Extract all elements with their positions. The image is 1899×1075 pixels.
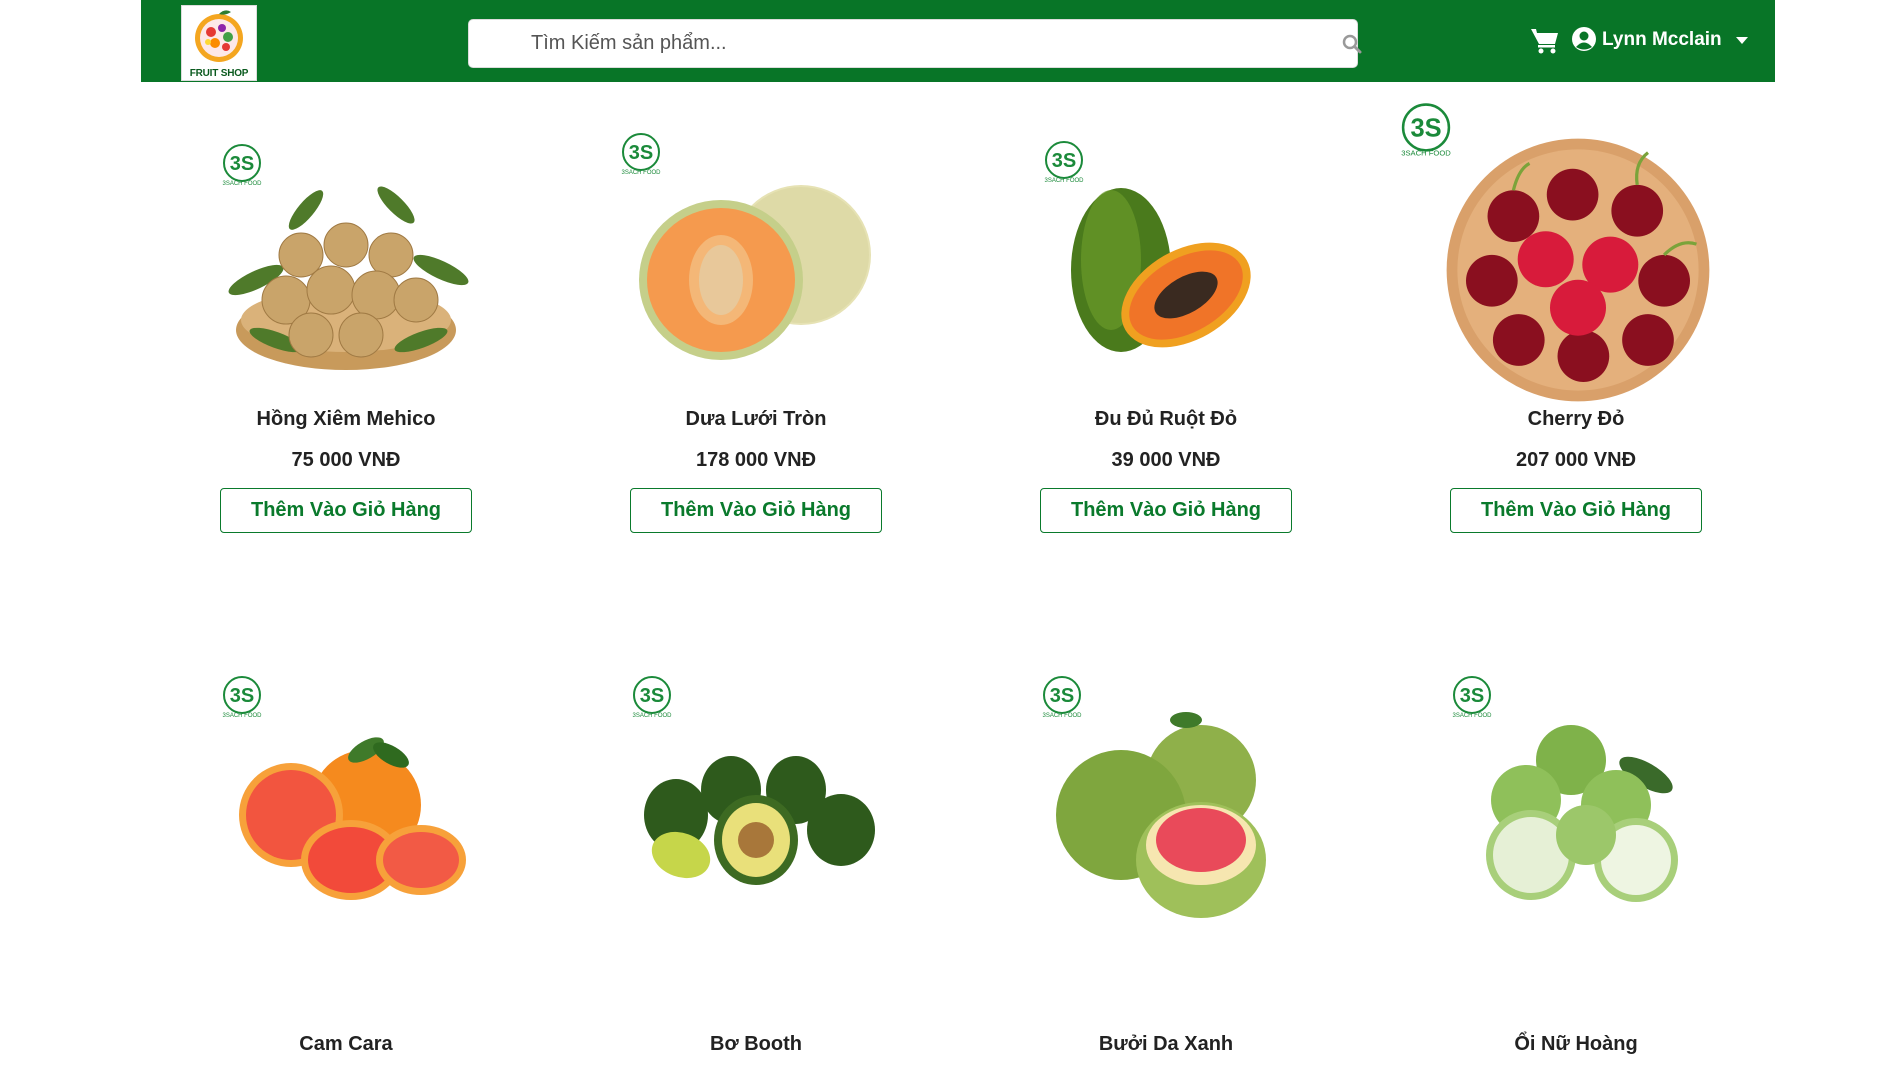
product-card: 3S 3SACH FOOD Đu Đủ Ruột Đỏ 39 000 VNĐ T… <box>961 110 1371 670</box>
product-image-avocado[interactable] <box>626 695 886 955</box>
search-bar <box>468 19 1362 68</box>
product-name[interactable]: Đu Đủ Ruột Đỏ <box>961 408 1371 431</box>
product-image-cara-orange[interactable] <box>216 695 476 955</box>
add-to-cart-button[interactable]: Thêm Vào Giỏ Hàng <box>220 488 472 533</box>
search-icon[interactable] <box>1342 34 1362 54</box>
search-input[interactable] <box>468 19 1358 68</box>
product-card: 3S 3SACH FOOD Bơ Booth <box>551 675 961 1075</box>
product-name[interactable]: Hồng Xiêm Mehico <box>141 408 551 431</box>
fruit-logo-icon <box>195 10 243 62</box>
shop-logo[interactable]: FRUIT SHOP <box>181 5 257 81</box>
product-image-papaya[interactable] <box>1036 150 1296 410</box>
product-card: 3S 3SACH FOOD Cherry Đỏ 207 000 VNĐ Thêm… <box>1371 103 1781 670</box>
product-card: 3S 3SACH FOOD Ổi Nữ Hoàng <box>1371 675 1781 1075</box>
logo-text: FRUIT SHOP <box>189 68 249 79</box>
product-image-cantaloupe[interactable] <box>626 150 886 410</box>
product-name[interactable]: Bưởi Da Xanh <box>961 1033 1371 1056</box>
svg-text:3S: 3S <box>1410 114 1441 142</box>
product-card: 3S 3SACH FOOD Bưởi Da Xanh <box>961 675 1371 1075</box>
product-name[interactable]: Bơ Booth <box>551 1033 961 1056</box>
add-to-cart-button[interactable]: Thêm Vào Giỏ Hàng <box>1040 488 1292 533</box>
user-name[interactable]: Lynn Mcclain <box>1602 29 1722 51</box>
product-price: 207 000 VNĐ <box>1515 449 1637 471</box>
caret-down-icon[interactable] <box>1736 37 1748 45</box>
user-circle-icon[interactable] <box>1571 26 1597 52</box>
product-name[interactable]: Dưa Lưới Tròn <box>551 408 961 431</box>
product-name[interactable]: Ổi Nữ Hoàng <box>1371 1033 1781 1056</box>
product-image-guava[interactable] <box>1446 695 1706 955</box>
top-navbar: FRUIT SHOP Lynn Mcclain <box>141 0 1775 82</box>
product-price: 75 000 VNĐ <box>291 449 401 471</box>
product-price: 39 000 VNĐ <box>1111 449 1221 471</box>
product-image-pomelo[interactable] <box>1036 695 1296 955</box>
product-name[interactable]: Cherry Đỏ <box>1371 408 1781 431</box>
product-price: 178 000 VNĐ <box>695 449 817 471</box>
product-image-sapodilla-basket[interactable] <box>216 140 476 400</box>
product-card: 3S 3SACH FOOD Dưa Lưới Tròn 178 000 VNĐ … <box>551 110 961 670</box>
product-card: 3S 3SACH FOOD Hồng Xiêm Mehico 75 000 VN… <box>141 110 551 670</box>
add-to-cart-button[interactable]: Thêm Vào Giỏ Hàng <box>630 488 882 533</box>
cart-icon[interactable] <box>1530 27 1560 55</box>
product-card: 3S 3SACH FOOD Cam Cara <box>141 675 551 1075</box>
product-image-cherry-bowl[interactable] <box>1438 130 1718 410</box>
product-name[interactable]: Cam Cara <box>141 1033 551 1056</box>
add-to-cart-button[interactable]: Thêm Vào Giỏ Hàng <box>1450 488 1702 533</box>
